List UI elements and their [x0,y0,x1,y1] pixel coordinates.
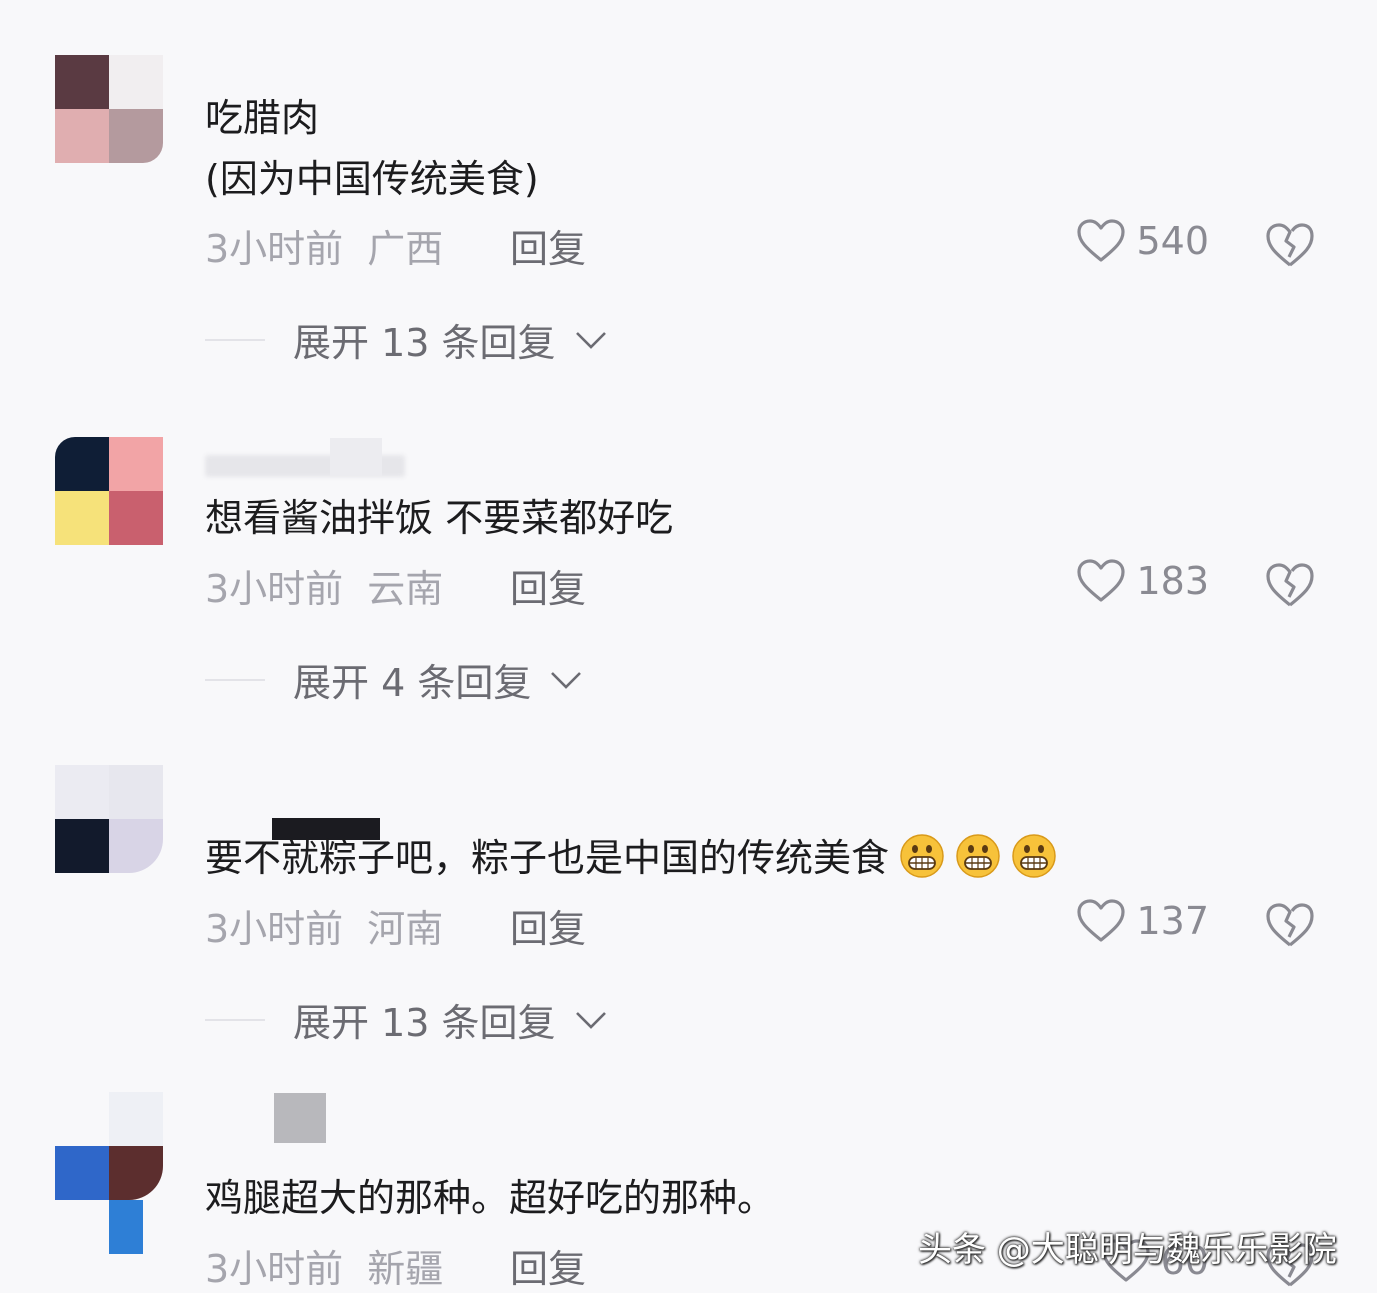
like-button[interactable]: 183 [1076,558,1209,604]
comment-text: 吃腊肉 [205,96,320,140]
comment-text: 要不就粽子吧，粽子也是中国的传统美食 [205,830,1057,887]
reply-button[interactable]: 回复 [510,898,586,953]
chevron-down-icon [551,671,582,689]
expand-replies-label: 展开 13 条回复 [293,321,556,365]
expand-replies-button[interactable]: 展开 13 条回复 [205,992,608,1047]
expand-replies-button[interactable]: 展开 4 条回复 [205,652,583,707]
like-count: 540 [1136,219,1209,263]
reply-button[interactable]: 回复 [510,218,586,273]
watermark: 头条 @大聪明与魏乐乐影院 [918,1230,1337,1270]
comment-meta: 3小时前 广西 [205,218,443,273]
chevron-down-icon [575,331,606,349]
comment-location: 新疆 [367,1247,444,1291]
expand-replies-label: 展开 4 条回复 [293,661,532,705]
broken-heart-icon[interactable] [1264,901,1316,949]
comment-text: 想看酱油拌饭 不要菜都好吃 [205,496,674,540]
comment-location: 河南 [367,907,444,951]
comment-time: 3小时前 [205,1247,344,1291]
comment-location: 云南 [367,567,444,611]
avatar[interactable] [55,765,163,873]
reply-button[interactable]: 回复 [510,1238,586,1293]
comment-time: 3小时前 [205,227,344,271]
like-count: 183 [1136,559,1209,603]
heart-outline-icon [1077,559,1126,602]
like-count: 137 [1136,899,1209,943]
broken-heart-icon[interactable] [1264,221,1316,269]
comment-location: 广西 [367,227,444,271]
comment-text-content: 要不就粽子吧，粽子也是中国的传统美食 [205,836,890,880]
username-redacted [274,1093,326,1143]
comment-meta: 3小时前 云南 [205,558,443,613]
broken-heart-icon[interactable] [1264,561,1316,609]
like-button[interactable]: 540 [1076,218,1209,264]
reply-button[interactable]: 回复 [510,558,586,613]
comment-meta: 3小时前 河南 [205,898,443,953]
expand-replies-label: 展开 13 条回复 [293,1001,556,1045]
expand-replies-button[interactable]: 展开 13 条回复 [205,312,608,367]
divider [205,338,265,341]
divider [205,678,265,681]
comment-meta: 3小时前 新疆 [205,1238,443,1293]
emoji-group [889,834,1057,880]
divider [205,1018,265,1021]
grinning-face-emoji [1012,834,1056,878]
avatar[interactable] [55,1092,163,1254]
comment-text: 鸡腿超大的那种。超好吃的那种。 [205,1176,776,1220]
comment-time: 3小时前 [205,907,344,951]
chevron-down-icon [575,1011,606,1029]
comment-time: 3小时前 [205,567,344,611]
grinning-face-emoji [900,834,944,878]
heart-outline-icon [1077,899,1126,942]
username-redacted [330,438,382,476]
like-button[interactable]: 137 [1076,898,1209,944]
grinning-face-emoji [956,834,1000,878]
heart-outline-icon [1077,219,1126,262]
avatar[interactable] [55,437,163,545]
comment-text: (因为中国传统美食) [205,157,539,201]
avatar[interactable] [55,55,163,163]
